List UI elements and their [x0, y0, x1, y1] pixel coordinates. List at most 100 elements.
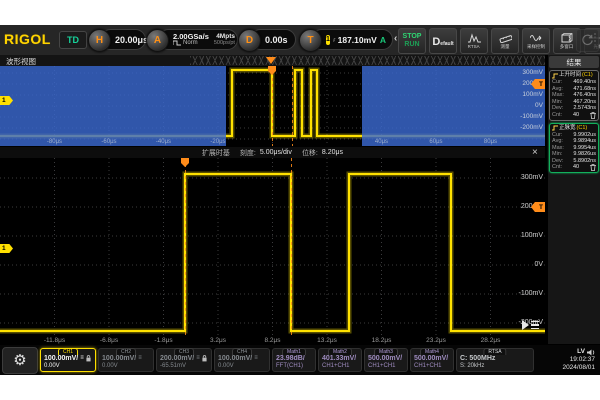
main-waveform-plot: [0, 158, 545, 336]
channel-card-tab: CH1: [58, 348, 78, 355]
stop-run-button[interactable]: STOP RUN: [398, 28, 426, 54]
rtsa-button[interactable]: RTSA: [460, 28, 488, 54]
bandwidth-icon: ≡: [196, 354, 200, 363]
acquisition-mode-icon: [173, 40, 181, 46]
channel-offset-value: CH1+CH1: [368, 363, 404, 370]
screen-refresh-button[interactable]: [576, 29, 599, 52]
main-voltage-label: 300mV: [521, 174, 543, 182]
main-trigger-line: [185, 158, 186, 336]
measure-item-icon: [552, 73, 558, 79]
spectrum-icon: [468, 33, 481, 43]
channel-offset-value: CH1+CH1: [414, 363, 450, 370]
channel-card-ch3[interactable]: CH3200.00mV/≡-65.51mV: [156, 348, 212, 372]
main-voltage-label: 100mV: [521, 232, 543, 240]
measurement-row: Cnt:40: [552, 164, 596, 171]
screenshot-page: RIGOL TD H 20.00μs/ A 2.00GSa/s Norm 4Mp: [0, 0, 600, 400]
overview-time-tick: 60μs: [429, 139, 442, 145]
trigger-knob-label: T: [307, 35, 313, 46]
channel-card-ch1[interactable]: CH1100.00mV/≡0.00V: [40, 348, 96, 372]
channel-scale-row: 401.33mV/: [322, 354, 358, 363]
stat-value: 40: [573, 164, 579, 171]
oscilloscope-screen: RIGOL TD H 20.00μs/ A 2.00GSa/s Norm 4Mp: [0, 25, 600, 375]
main-time-tick: -11.8μs: [44, 337, 65, 344]
delay-knob[interactable]: D: [238, 29, 261, 52]
overview-time-tick: 40μs: [375, 139, 388, 145]
sample-control-label: 采样控制: [527, 44, 545, 49]
sample-rate-value: 2.00GSa/s: [173, 33, 209, 40]
channel-scale-row: 200.00mV/≡: [160, 354, 208, 363]
lv-indicator: LV: [577, 348, 585, 356]
acquisition-overview[interactable]: 300mV200mV100mV0V-100mV-200mV -80μs-60μs…: [0, 66, 545, 146]
trigger-sweep-value: A: [380, 35, 386, 45]
main-time-tick: 23.2μs: [426, 337, 446, 344]
measurement-name: 上升时间: [559, 72, 581, 79]
zoom-waveform-window[interactable]: 300mV200mV100mV0V-100mV-200mV -11.8μs-6.…: [0, 158, 545, 344]
overview-time-tick: -40μs: [156, 139, 171, 145]
zoom-scale-label: 刻度:: [240, 148, 256, 158]
measure-button[interactable]: 测量: [491, 28, 519, 54]
lock-icon: [202, 355, 207, 362]
trigger-position-triangle[interactable]: [266, 57, 276, 64]
close-zoom-button[interactable]: ×: [532, 147, 595, 158]
system-date: 2024/08/01: [562, 364, 595, 372]
rigol-logo: RIGOL: [4, 31, 51, 47]
channel-card-ch4[interactable]: CH4100.00mV/≡0.00V: [214, 348, 270, 372]
trigger-knob[interactable]: T: [299, 29, 322, 52]
zoom-title: 扩展时基: [202, 148, 230, 158]
overview-voltage-label: -100mV: [520, 113, 543, 120]
overview-voltage-label: -200mV: [520, 124, 543, 131]
default-button[interactable]: Default: [429, 28, 457, 54]
lock-icon-wrap: [86, 355, 91, 362]
channel-card-rtsa[interactable]: RTSAC: 500MHzS: 20kHz: [456, 348, 534, 372]
delay-value: 0.00s: [265, 35, 288, 45]
channel-card-math3[interactable]: Math3500.00mV/CH1+CH1: [364, 348, 408, 372]
channel-card-tab: CH3: [174, 348, 194, 355]
collapse-chevron[interactable]: ‹: [394, 33, 397, 44]
sample-control-button[interactable]: 采样控制: [522, 28, 550, 54]
main-time-tick: -6.8μs: [100, 337, 118, 344]
trigger-level-value: 187.10mV: [338, 35, 377, 45]
overview-time-tick: -80μs: [47, 139, 62, 145]
system-time: 19:02:37: [562, 356, 595, 364]
run-label: RUN: [404, 41, 419, 49]
horizontal-knob[interactable]: H: [88, 29, 111, 52]
channel-card-tab: CH2: [116, 348, 136, 355]
channel-scale-row: C: 500MHz: [460, 354, 530, 363]
rtsa-label: RTSA: [468, 44, 480, 49]
results-sidebar: 结果 上升时间(C1)Cur:469.40nsAvg:471.68nsMax:4…: [547, 55, 600, 344]
speaker-icon: [587, 349, 595, 356]
delay-knob-label: D: [246, 35, 253, 46]
delete-measurement-icon[interactable]: [590, 112, 596, 119]
trigger-pill[interactable]: 1 187.10mV A: [311, 29, 393, 50]
gear-icon: ⚙: [13, 351, 26, 369]
channel-card-math4[interactable]: Math4500.00mV/CH1+CH1: [410, 348, 454, 372]
acquire-knob[interactable]: A: [146, 29, 169, 52]
settings-button[interactable]: ⚙: [2, 347, 38, 374]
rising-edge-icon: [333, 35, 336, 45]
channel-offset-value: -65.51mV: [160, 363, 208, 370]
measurement-panel-header: 上升时间(C1): [552, 72, 596, 79]
expand-chevron[interactable]: ›: [568, 33, 571, 44]
acquisition-pill[interactable]: 2.00GSa/s Norm 4Mpts 500ps/pt: [158, 29, 238, 50]
lock-icon-wrap: [202, 355, 207, 362]
delete-measurement-icon[interactable]: [590, 164, 596, 171]
channel-card-tab: Math2: [328, 348, 352, 355]
timeline-hatch-band[interactable]: [190, 56, 545, 65]
measurement-panel[interactable]: 上升时间(C1)Cur:469.40nsAvg:471.68nsMax:476.…: [549, 70, 599, 121]
main-time-tick: 8.2μs: [264, 337, 280, 344]
main-time-tick: 18.2μs: [372, 337, 392, 344]
channel-scale-value: 23.98dB/: [276, 354, 305, 363]
zoom-scale-value: 5.00μs/div: [260, 149, 292, 156]
overview-trigger-line: [272, 66, 273, 146]
channel-card-math1[interactable]: Math123.98dB/FFT(CH1): [272, 348, 316, 372]
channel-offset-value: FFT(CH1): [276, 363, 312, 370]
overview-time-tick: -20μs: [210, 139, 225, 145]
view-menu-button[interactable]: [522, 320, 539, 330]
channel-card-ch2[interactable]: CH2100.00mV/≡0.00V: [98, 348, 154, 372]
bandwidth-icon: ≡: [80, 354, 84, 363]
channel-card-tab: CH4: [232, 348, 252, 355]
channel-card-math2[interactable]: Math2401.33mV/CH1+CH1: [318, 348, 362, 372]
sample-interval-value: 500ps/pt: [214, 40, 235, 47]
trigger-source-badge: 1: [326, 35, 330, 45]
measure-label: 测量: [500, 44, 509, 49]
